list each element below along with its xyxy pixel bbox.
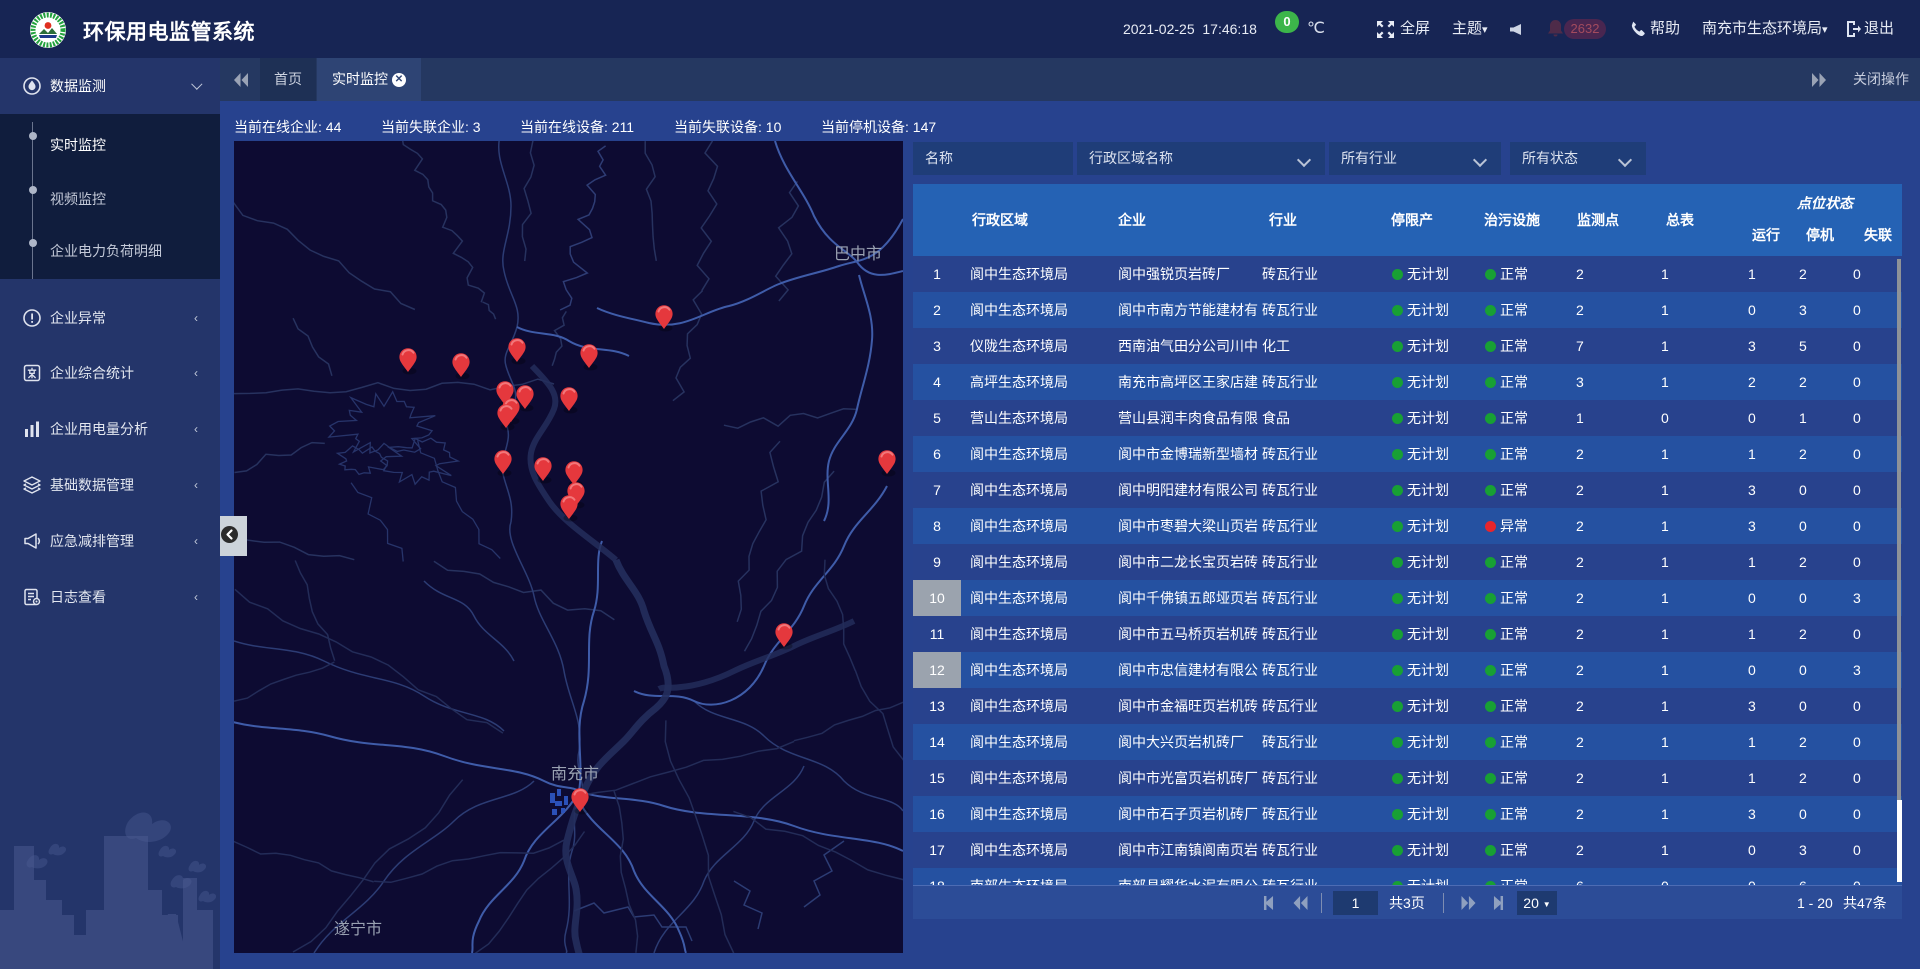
svg-text:巴中市: 巴中市	[834, 245, 882, 263]
svg-text:南充市: 南充市	[551, 765, 599, 783]
svg-text:遂宁市: 遂宁市	[334, 920, 382, 938]
